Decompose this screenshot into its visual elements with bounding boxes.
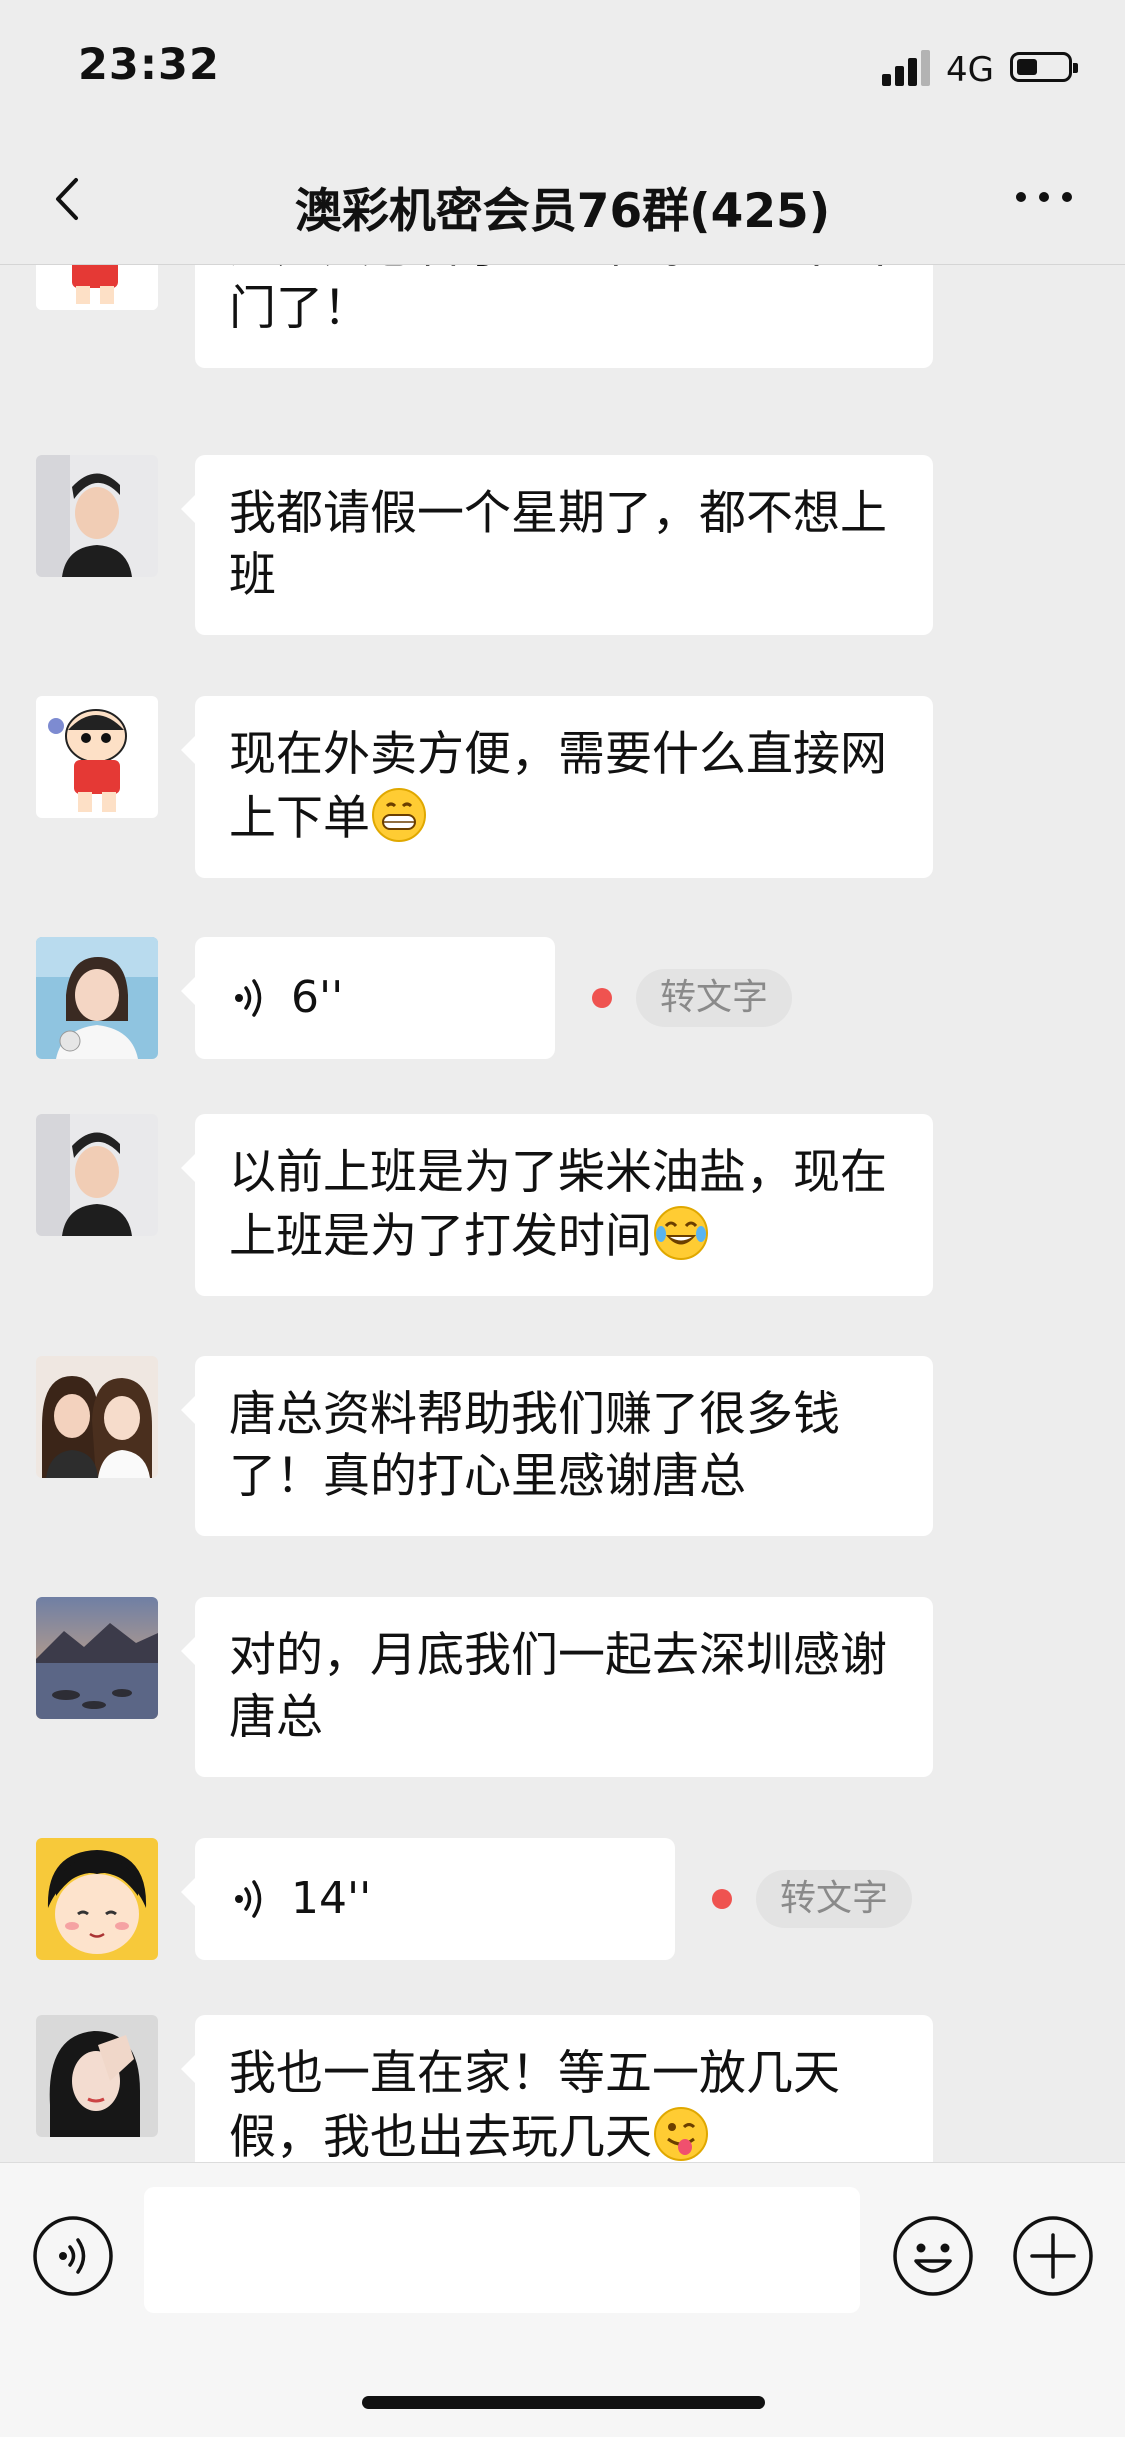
- convert-to-text-button[interactable]: 转文字: [636, 969, 793, 1027]
- voice-duration: 6'': [291, 972, 344, 1023]
- voice-message-bubble[interactable]: 14'': [181, 1838, 675, 1960]
- message-bubble[interactable]: 我都请假一个星期了，都不想上班: [181, 455, 933, 635]
- voice-wave-icon: [235, 1880, 262, 1918]
- crayon-shinchan-avatar-icon: [36, 264, 158, 310]
- avatar[interactable]: [36, 455, 158, 577]
- avatar[interactable]: [36, 264, 158, 310]
- avatar[interactable]: [36, 1356, 158, 1478]
- message-list[interactable]: 这几天感冒了！宅在家里！不出门了！ 我都请假一个星期了，都不想上班: [0, 264, 1125, 2162]
- message-text: 现在外卖方便，需要什么直接网上下单: [229, 727, 887, 846]
- grinning-emoji-icon: [372, 788, 426, 842]
- battery-icon: [1010, 52, 1078, 82]
- message-text: 对的，月底我们一起去深圳感谢唐总: [229, 1628, 887, 1745]
- more-dots-icon[interactable]: [1012, 188, 1076, 208]
- message-bubble[interactable]: 以前上班是为了柴米油盐，现在上班是为了打发时间: [181, 1114, 933, 1296]
- avatar[interactable]: [36, 2015, 158, 2137]
- voice-duration: 14'': [291, 1873, 372, 1924]
- voice-input-icon[interactable]: [32, 2215, 114, 2297]
- signal-bars-icon: [882, 48, 934, 86]
- message-text: 唐总资料帮助我们赚了很多钱了！真的打心里感谢唐总: [229, 1387, 840, 1504]
- woman-hand-face-avatar-icon: [36, 2015, 158, 2137]
- woman-selfie-avatar-icon: [36, 937, 158, 1059]
- chat-title: 澳彩机密会员76群(425): [294, 184, 831, 239]
- young-man-avatar-icon: [36, 1114, 158, 1236]
- cartoon-girl-avatar-icon: [36, 1838, 158, 1960]
- two-women-avatar-icon: [36, 1356, 158, 1478]
- message-bubble[interactable]: 这几天感冒了！宅在家里！不出门了！: [195, 264, 933, 368]
- message-bubble[interactable]: 唐总资料帮助我们赚了很多钱了！真的打心里感谢唐总: [181, 1356, 933, 1536]
- message-text: 以前上班是为了柴米油盐，现在上班是为了打发时间: [229, 1145, 887, 1264]
- network-label: 4G: [946, 50, 994, 90]
- lake-landscape-avatar-icon: [36, 1597, 158, 1719]
- avatar[interactable]: [36, 937, 158, 1059]
- voice-message-bubble[interactable]: 6'': [181, 937, 555, 1059]
- avatar[interactable]: [36, 1838, 158, 1960]
- avatar[interactable]: [36, 1597, 158, 1719]
- home-indicator[interactable]: [362, 2396, 765, 2409]
- plus-icon[interactable]: [1012, 2215, 1094, 2297]
- message-bubble[interactable]: 我也一直在家！等五一放几天假，我也出去玩几天: [181, 2015, 933, 2162]
- avatar[interactable]: [36, 696, 158, 818]
- voice-wave-icon: [235, 979, 262, 1017]
- message-text: 这几天感冒了！宅在家里！不出门了！: [229, 264, 887, 336]
- crayon-shinchan-avatar-icon: [36, 696, 158, 818]
- convert-to-text-button[interactable]: 转文字: [756, 1870, 913, 1928]
- young-man-avatar-icon: [36, 455, 158, 577]
- message-input[interactable]: [144, 2187, 860, 2313]
- avatar[interactable]: [36, 1114, 158, 1236]
- chat-header: 澳彩机密会员76群(425): [0, 132, 1125, 265]
- unread-dot: [712, 1889, 732, 1909]
- message-text: 我也一直在家！等五一放几天假，我也出去玩几天: [229, 2046, 840, 2162]
- status-bar: 23:32 4G: [0, 0, 1125, 132]
- message-bubble[interactable]: 现在外卖方便，需要什么直接网上下单: [181, 696, 933, 878]
- status-time: 23:32: [78, 40, 220, 90]
- message-text: 我都请假一个星期了，都不想上班: [229, 486, 887, 603]
- winking-tongue-emoji-icon: [654, 2107, 708, 2161]
- emoji-icon[interactable]: [892, 2215, 974, 2297]
- tears-of-joy-emoji-icon: [654, 1206, 708, 1260]
- unread-dot: [592, 988, 612, 1008]
- message-bubble[interactable]: 对的，月底我们一起去深圳感谢唐总: [181, 1597, 933, 1777]
